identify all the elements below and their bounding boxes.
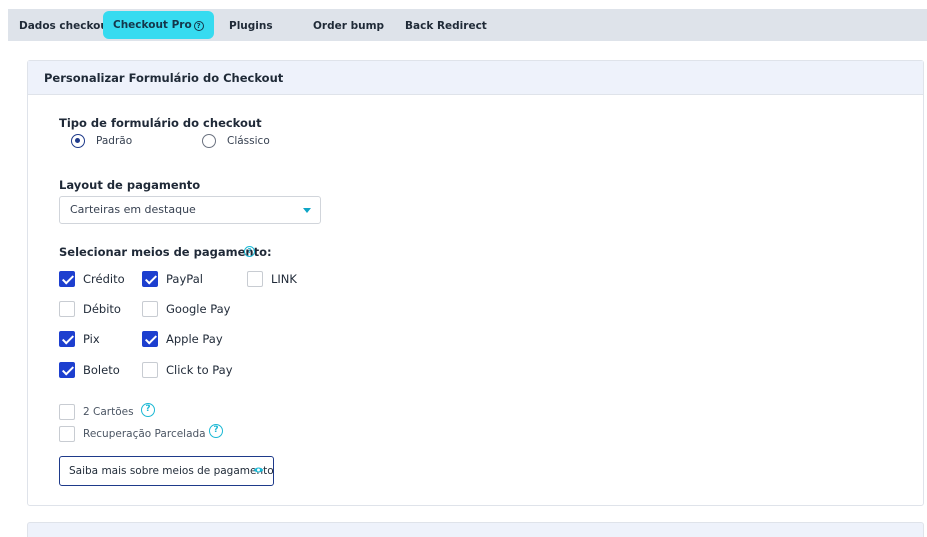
help-icon[interactable]: ?	[141, 403, 155, 417]
checkbox-2-cartoes[interactable]	[59, 404, 75, 420]
tab-label: Dados checkout	[19, 20, 113, 32]
tab-order-bump[interactable]: Order bump	[313, 11, 384, 41]
checkbox-recuperacao-parcelada-label: Recuperação Parcelada	[83, 428, 206, 440]
radio-classico[interactable]	[202, 134, 216, 148]
tab-label: Plugins	[229, 20, 273, 32]
layout-select[interactable]: Carteiras em destaque	[59, 196, 321, 224]
tab-plugins[interactable]: Plugins	[229, 11, 273, 41]
panel-title: Personalizar Formulário do Checkout	[28, 61, 923, 95]
layout-label: Layout de pagamento	[59, 178, 201, 192]
checkbox-paypal-label: PayPal	[166, 272, 203, 286]
layout-select-value: Carteiras em destaque	[70, 203, 196, 216]
radio-padrao[interactable]	[71, 134, 85, 148]
tab-back-redirect[interactable]: Back Redirect	[405, 11, 487, 41]
checkbox-link[interactable]	[247, 271, 263, 287]
radio-padrao-label: Padrão	[96, 135, 133, 147]
checkbox-pix[interactable]	[59, 331, 75, 347]
next-panel-header	[27, 522, 924, 537]
checkbox-paypal[interactable]	[142, 271, 158, 287]
help-icon[interactable]: ?	[209, 424, 223, 438]
chevron-down-icon	[303, 208, 311, 213]
help-icon[interactable]: ?	[193, 21, 204, 31]
checkbox-boleto-label: Boleto	[83, 363, 120, 377]
checkbox-click-to-pay[interactable]	[142, 362, 158, 378]
help-icon[interactable]: ?	[244, 246, 255, 257]
checkbox-debito[interactable]	[59, 301, 75, 317]
tab-bar: Dados checkout Checkout Pro? Plugins Ord…	[8, 9, 927, 41]
checkbox-boleto[interactable]	[59, 362, 75, 378]
tab-label: Checkout Pro	[113, 19, 192, 31]
learn-more-payment-button[interactable]: Saiba mais sobre meios de pagamento	[59, 456, 274, 486]
form-type-label: Tipo de formulário do checkout	[59, 116, 262, 130]
checkbox-2-cartoes-label: 2 Cartões	[83, 406, 134, 418]
checkbox-credito[interactable]	[59, 271, 75, 287]
checkbox-debito-label: Débito	[83, 302, 121, 316]
checkbox-click-to-pay-label: Click to Pay	[166, 363, 233, 377]
tab-dados-checkout[interactable]: Dados checkout	[19, 11, 113, 41]
checkbox-google-pay-label: Google Pay	[166, 302, 231, 316]
checkbox-google-pay[interactable]	[142, 301, 158, 317]
tab-checkout-pro[interactable]: Checkout Pro?	[103, 11, 214, 39]
checkbox-recuperacao-parcelada[interactable]	[59, 426, 75, 442]
checkbox-credito-label: Crédito	[83, 272, 125, 286]
checkbox-apple-pay[interactable]	[142, 331, 158, 347]
checkbox-link-label: LINK	[271, 272, 297, 286]
tab-label: Back Redirect	[405, 20, 487, 32]
radio-classico-label: Clássico	[227, 135, 270, 147]
eye-icon	[253, 467, 264, 473]
checkbox-pix-label: Pix	[83, 332, 100, 346]
learn-more-payment-label: Saiba mais sobre meios de pagamento	[69, 465, 274, 477]
payment-methods-label: Selecionar meios de pagamento:	[59, 245, 272, 259]
checkbox-apple-pay-label: Apple Pay	[166, 332, 223, 346]
tab-label: Order bump	[313, 20, 385, 32]
